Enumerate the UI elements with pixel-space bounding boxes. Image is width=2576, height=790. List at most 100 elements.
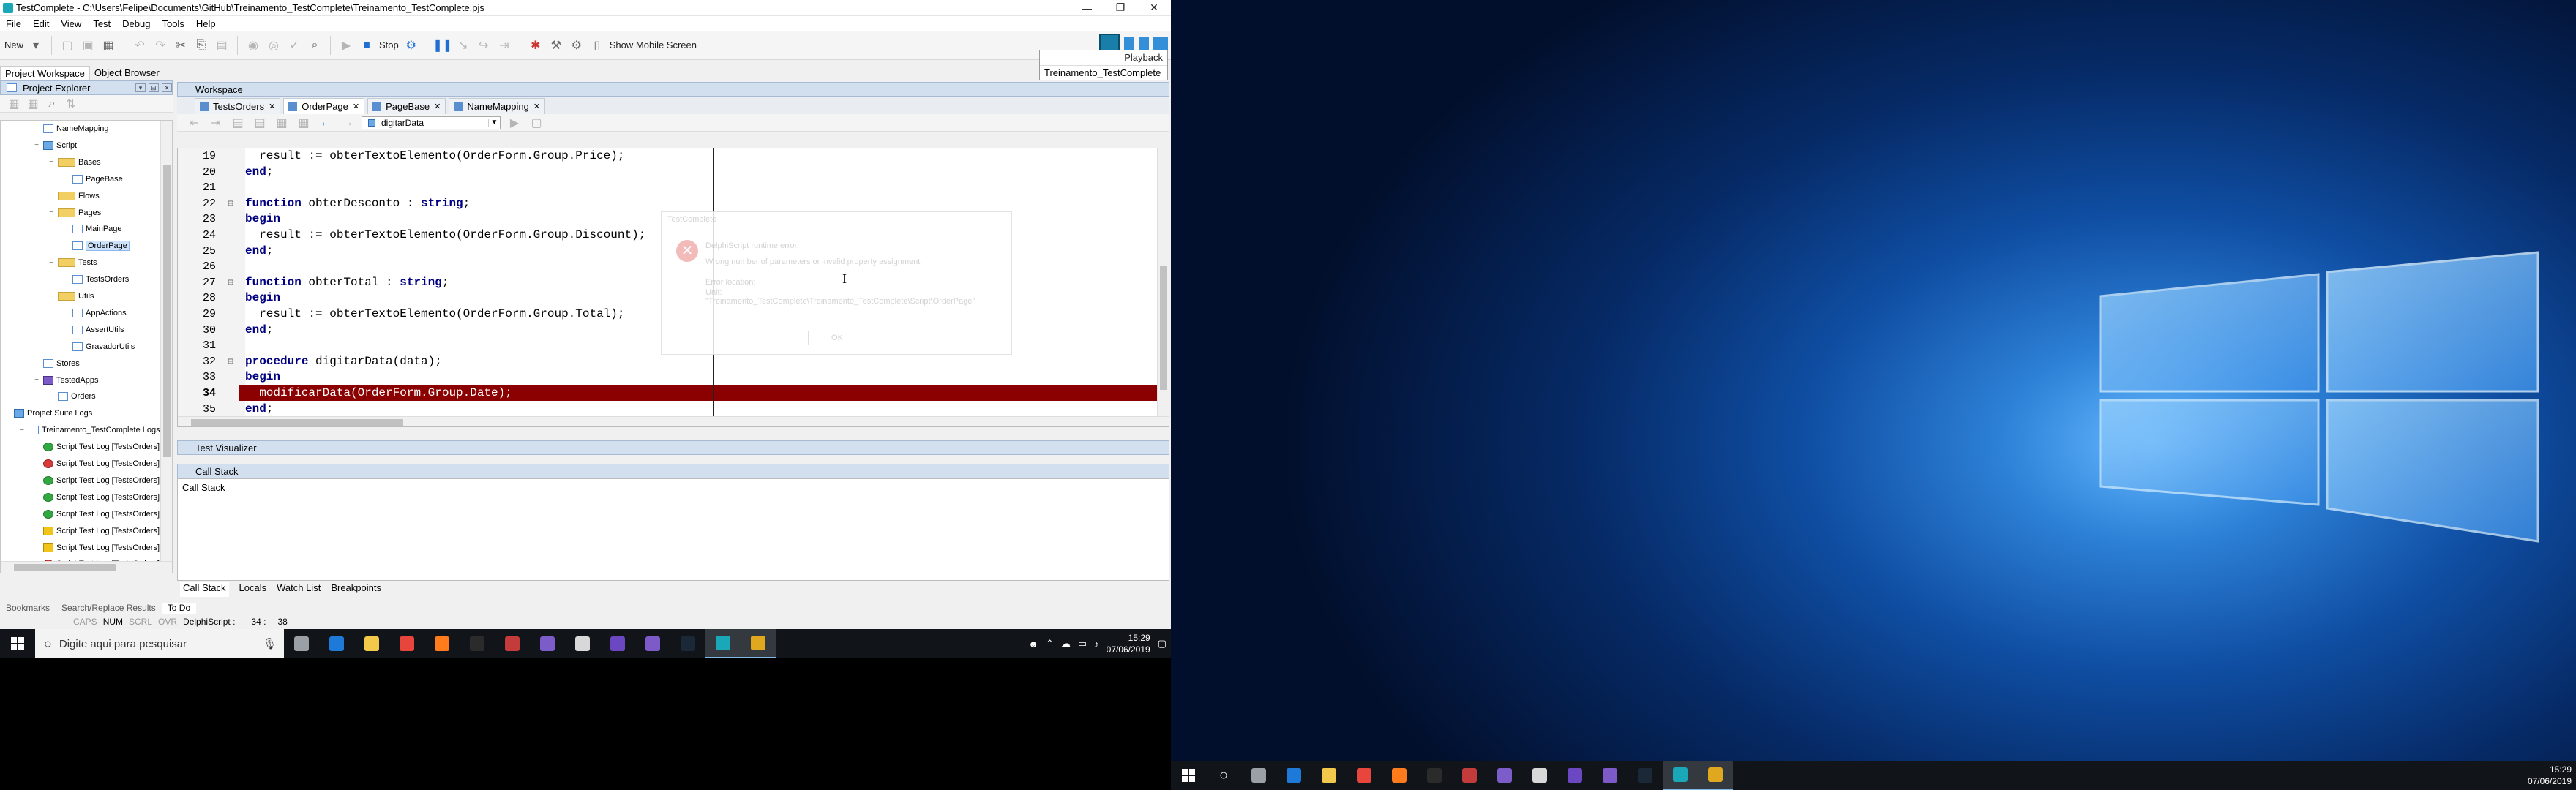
fold-icon[interactable]: ⊟ [222,275,239,290]
code-line[interactable]: 21 [178,180,1158,195]
redo-icon[interactable]: ↷ [152,37,168,53]
tab-locals[interactable]: Locals [239,582,267,597]
code-line[interactable]: 33 begin [178,369,1158,385]
settings-icon[interactable]: ⚙ [569,37,585,53]
navigate-back-icon[interactable]: ← [318,115,334,131]
onedrive-icon[interactable]: ☁ [1061,638,1071,650]
people-icon[interactable]: ☻ [1028,639,1038,650]
taskbar-clock[interactable]: 15:29 07/06/2019 [2528,764,2572,787]
collapse-icon[interactable]: − [48,293,55,301]
copy-icon[interactable]: ⎘ [193,37,209,53]
tab-watch-list[interactable]: Watch List [277,582,321,597]
minimize-button[interactable]: — [1070,0,1104,16]
remote-desktop-icon[interactable] [1522,761,1557,790]
code-editor[interactable]: 19 result := obterTextoElemento(OrderFor… [177,148,1169,427]
debug-gear-icon[interactable]: ⚙ [403,37,419,53]
visual-studio-icon[interactable] [600,629,635,658]
save-all-icon[interactable]: ▦ [100,37,116,53]
collapse-icon[interactable]: − [33,376,40,384]
tree-item[interactable]: TestsOrders [62,271,129,287]
panel-close-icon[interactable]: ✕ [162,83,172,92]
tree-horizontal-scrollbar[interactable] [1,561,172,573]
network-icon[interactable]: ▭ [1078,638,1087,650]
sort-icon[interactable]: ⇅ [63,96,79,112]
ok-button[interactable]: OK [808,331,866,345]
restore-button[interactable]: ❐ [1104,0,1137,16]
filter-icon[interactable]: ⌕ [44,96,60,112]
tree-item[interactable]: Script Test Log [TestsOrders] [33,473,160,489]
chrome-icon[interactable] [389,629,424,658]
goto-icon[interactable]: ▦ [296,115,312,131]
bug-icon[interactable]: ✱ [528,37,544,53]
tree-item[interactable]: − Bases [48,154,101,170]
run-to-cursor-icon[interactable]: ⇥ [496,37,512,53]
collapse-icon[interactable]: − [18,426,26,434]
tree-item[interactable]: Script Test Log [TestsOrders] [33,523,160,539]
tree-item[interactable]: − Utils [48,288,94,304]
steam-icon[interactable] [670,629,705,658]
app-icon[interactable] [1592,761,1628,790]
record-icon[interactable]: ◉ [245,37,261,53]
code-line[interactable]: 22 ⊟ function obterDesconto : string; [178,196,1158,211]
tree-item[interactable]: Stores [33,356,80,372]
close-tab-icon[interactable]: ✕ [269,102,275,111]
comment-icon[interactable]: ▤ [230,115,246,131]
mobile-screen-icon[interactable]: ▯ [589,37,605,53]
tree-vertical-scrollbar[interactable] [160,121,172,573]
visual-studio-icon[interactable] [1557,761,1592,790]
scroll-thumb[interactable] [163,165,171,457]
close-button[interactable]: ✕ [1137,0,1171,16]
tree-item[interactable]: OrderPage [62,238,130,254]
uncomment-icon[interactable]: ▤ [252,115,268,131]
tree-item[interactable]: Orders [48,388,96,405]
panel-pin-icon[interactable]: ⊟ [149,83,159,92]
fold-icon[interactable]: ⊟ [222,354,239,369]
close-tab-icon[interactable]: ✕ [353,102,359,111]
indent-icon[interactable]: ⇤ [186,115,202,131]
edge-icon[interactable] [319,629,354,658]
tree-item[interactable]: − TestedApps [33,372,98,388]
close-tab-icon[interactable]: ✕ [434,102,441,111]
microphone-icon[interactable]: 🎙 [263,637,284,650]
run-test-icon[interactable]: ▶ [338,37,354,53]
tab-project-workspace[interactable]: Project Workspace [0,66,90,80]
add-item-icon[interactable]: ▦ [6,96,22,112]
taskbar-clock[interactable]: 15:29 07/06/2019 [1107,632,1150,655]
cortana-icon[interactable]: ○ [1206,761,1241,790]
run-routine-icon[interactable]: ▶ [506,115,523,131]
checkpoint-icon[interactable]: ✓ [286,37,302,53]
remote-desktop-icon[interactable] [565,629,600,658]
testcomplete-icon[interactable] [1663,761,1698,790]
playback-pause-icon[interactable] [1124,37,1134,51]
tree-item[interactable]: PageBase [62,171,123,187]
save-icon[interactable]: ▣ [80,37,96,53]
testcomplete-icon[interactable] [705,629,741,658]
error-highlighted-line[interactable]: 34 modificarData(OrderForm.Group.Date); [178,385,1158,401]
stop-icon[interactable]: ■ [359,37,375,53]
playback-stop-icon[interactable] [1153,37,1168,51]
menu-view[interactable]: View [55,18,87,29]
menu-file[interactable]: File [0,18,27,29]
tree-item[interactable]: − Tests [48,255,97,271]
document-tab[interactable]: PageBase ✕ [367,98,446,114]
tree-item[interactable]: Script Test Log [TestsOrders] [33,540,160,556]
tab-search-replace-results[interactable]: Search/Replace Results [56,603,162,614]
code-line[interactable]: 20 end; [178,165,1158,180]
new-button[interactable]: New [4,40,23,50]
tree-item[interactable]: − Project Suite Logs [4,405,92,421]
steam-icon[interactable] [1628,761,1663,790]
playback-pause-icon[interactable] [1139,37,1149,51]
panel-options-icon[interactable]: ▾ [135,83,146,92]
file-explorer-icon[interactable] [1311,761,1347,790]
menu-help[interactable]: Help [190,18,222,29]
tree-item[interactable]: AppActions [62,305,127,321]
document-tab[interactable]: TestsOrders ✕ [195,98,281,114]
document-tab[interactable]: OrderPage ✕ [283,98,365,114]
sublime-icon[interactable] [741,629,776,658]
sublime-icon[interactable] [1698,761,1733,790]
object-spy-icon[interactable]: ◎ [266,37,282,53]
scroll-thumb[interactable] [1160,266,1167,390]
bookmark-icon[interactable]: ▦ [274,115,290,131]
close-tab-icon[interactable]: ✕ [533,102,540,111]
show-hidden-icons-icon[interactable]: ⌃ [1046,638,1054,650]
